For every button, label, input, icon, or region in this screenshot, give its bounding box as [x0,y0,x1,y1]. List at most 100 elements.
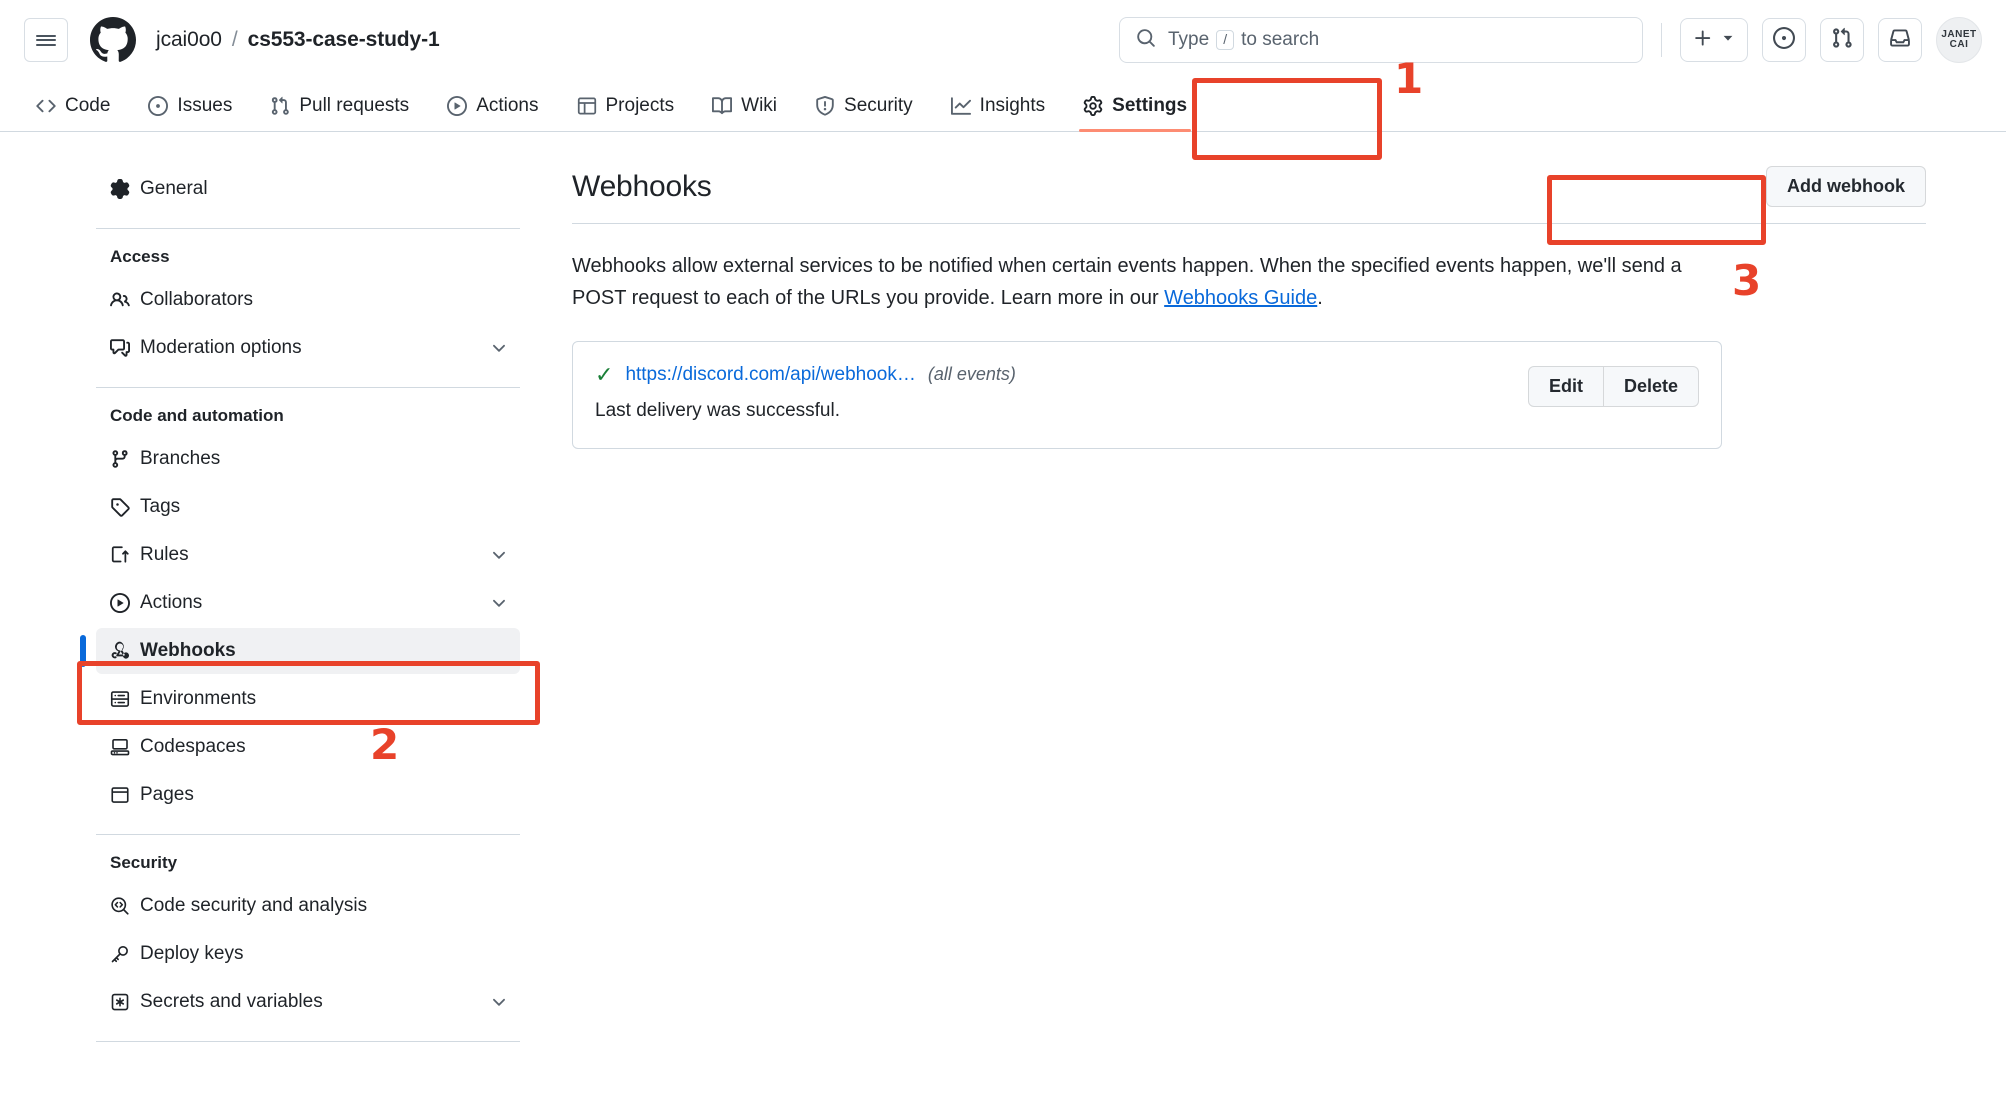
people-icon [110,290,140,310]
global-header: jcai0o0 / cs553-case-study-1 Type / to s… [0,0,2006,80]
webhook-url-link[interactable]: https://discord.com/api/webhook… [625,364,915,386]
codespaces-icon [110,737,140,757]
search-input[interactable]: Type / to search [1119,17,1643,63]
sidebar-item-branches[interactable]: Branches [96,436,520,482]
gear-icon [1083,96,1103,116]
hamburger-icon[interactable] [24,18,68,62]
tab-projects[interactable]: Projects [565,95,687,131]
sidebar-item-rules[interactable]: Rules [96,532,520,578]
edit-webhook-button[interactable]: Edit [1527,365,1603,407]
search-placeholder: Type / to search [1168,29,1319,51]
tab-wiki[interactable]: Wiki [700,95,789,131]
sidebar-item-pages[interactable]: Pages [96,772,520,818]
tab-projects-label: Projects [605,95,675,116]
chevron-down-icon [1721,31,1735,50]
notifications-button[interactable] [1878,18,1922,62]
webhook-icon [110,641,140,661]
webhook-actions: Edit Delete [1527,365,1699,407]
browser-icon [110,785,140,805]
git-branch-icon [110,449,140,469]
git-pull-request-icon [270,96,290,116]
tab-insights-label: Insights [979,95,1046,116]
tab-security[interactable]: Security [803,95,925,131]
avatar[interactable]: JANET CAI [1936,17,1982,63]
sidebar-divider [96,228,520,229]
webhook-delivery-status: Last delivery was successful. [595,399,840,421]
code-icon [36,96,56,116]
sidebar-item-collaborators[interactable]: Collaborators [96,277,520,323]
webhook-details: ✓ https://discord.com/api/webhook… (all … [595,361,1528,422]
webhooks-guide-link[interactable]: Webhooks Guide [1164,287,1317,309]
sidebar-section-access: Access Collaborators Moderation options [96,245,520,371]
page-body: General Access Collaborators Moderation … [0,132,2006,1058]
sidebar-heading-security: Security [110,853,178,872]
pull-requests-button[interactable] [1820,18,1864,62]
tab-settings[interactable]: Settings [1071,95,1199,132]
shield-icon [815,96,835,116]
sidebar-item-deploy-keys[interactable]: Deploy keys [96,931,520,977]
play-icon [110,593,140,613]
github-logo-icon[interactable] [90,17,136,63]
tab-code[interactable]: Code [24,95,122,131]
sidebar-item-moderation-options-label: Moderation options [140,337,302,358]
sidebar-divider [96,834,520,835]
inbox-icon [1889,27,1911,54]
page-title: Webhooks [572,169,712,203]
asterisk-icon [110,992,140,1012]
table-icon [577,96,597,116]
breadcrumb: jcai0o0 / cs553-case-study-1 [156,28,440,52]
sidebar-item-branches-label: Branches [140,448,221,469]
rules-icon [110,545,140,565]
sidebar-item-webhooks[interactable]: Webhooks [80,628,520,674]
tab-pull-requests[interactable]: Pull requests [258,95,421,131]
tab-code-label: Code [65,95,111,116]
tab-actions-label: Actions [476,95,539,116]
tab-insights[interactable]: Insights [939,95,1057,131]
sidebar-section-security: Security Code security and analysis Depl… [96,851,520,1025]
sidebar-heading-code-and-automation: Code and automation [110,406,284,425]
sidebar-item-actions[interactable]: Actions [96,580,520,626]
chevron-down-icon [490,993,508,1011]
sidebar-item-code-security-and-analysis-label: Code security and analysis [140,895,368,916]
gear-icon [110,179,140,199]
issue-opened-icon [1773,26,1795,54]
sidebar-item-secrets-and-variables[interactable]: Secrets and variables [96,979,520,1025]
webhook-events-label: (all events) [927,364,1016,385]
selected-indicator-bar [80,635,86,667]
sidebar-item-tags[interactable]: Tags [96,484,520,530]
tab-wiki-label: Wiki [741,95,778,116]
tab-actions[interactable]: Actions [435,95,550,131]
search-placeholder-suffix: to search [1241,29,1320,50]
sidebar-item-code-security-and-analysis[interactable]: Code security and analysis [96,883,520,929]
sidebar-item-codespaces[interactable]: Codespaces [96,724,520,770]
header-right-controls: Type / to search JANET CAI [1119,17,1982,63]
server-icon [110,689,140,709]
create-new-button[interactable] [1680,18,1748,62]
sidebar-item-general[interactable]: General [96,166,520,212]
tab-issues[interactable]: Issues [136,95,244,131]
issue-opened-icon [148,96,169,116]
webhook-summary: ✓ https://discord.com/api/webhook… (all … [595,361,1528,387]
sidebar-item-webhooks-label: Webhooks [140,640,236,661]
search-placeholder-prefix: Type [1168,29,1210,50]
breadcrumb-repo[interactable]: cs553-case-study-1 [248,28,440,52]
sidebar-item-moderation-options[interactable]: Moderation options [96,325,520,371]
sidebar-item-tags-label: Tags [140,496,181,517]
chevron-down-icon [490,594,508,612]
webhooks-description: Webhooks allow external services to be n… [572,250,1712,315]
check-icon: ✓ [595,361,614,387]
sidebar-item-deploy-keys-label: Deploy keys [140,943,244,964]
search-icon [1136,28,1156,53]
issues-button[interactable] [1762,18,1806,62]
tab-pull-requests-label: Pull requests [299,95,410,116]
sidebar-item-rules-label: Rules [140,544,189,565]
comment-discussion-icon [110,338,140,358]
git-pull-request-icon [1831,27,1853,54]
sidebar-item-actions-label: Actions [140,592,203,613]
sidebar-item-environments[interactable]: Environments [96,676,520,722]
breadcrumb-separator: / [231,28,238,51]
webhooks-description-period: . [1317,287,1323,310]
add-webhook-button[interactable]: Add webhook [1766,166,1926,207]
breadcrumb-owner[interactable]: jcai0o0 [156,28,222,52]
delete-webhook-button[interactable]: Delete [1602,365,1699,407]
